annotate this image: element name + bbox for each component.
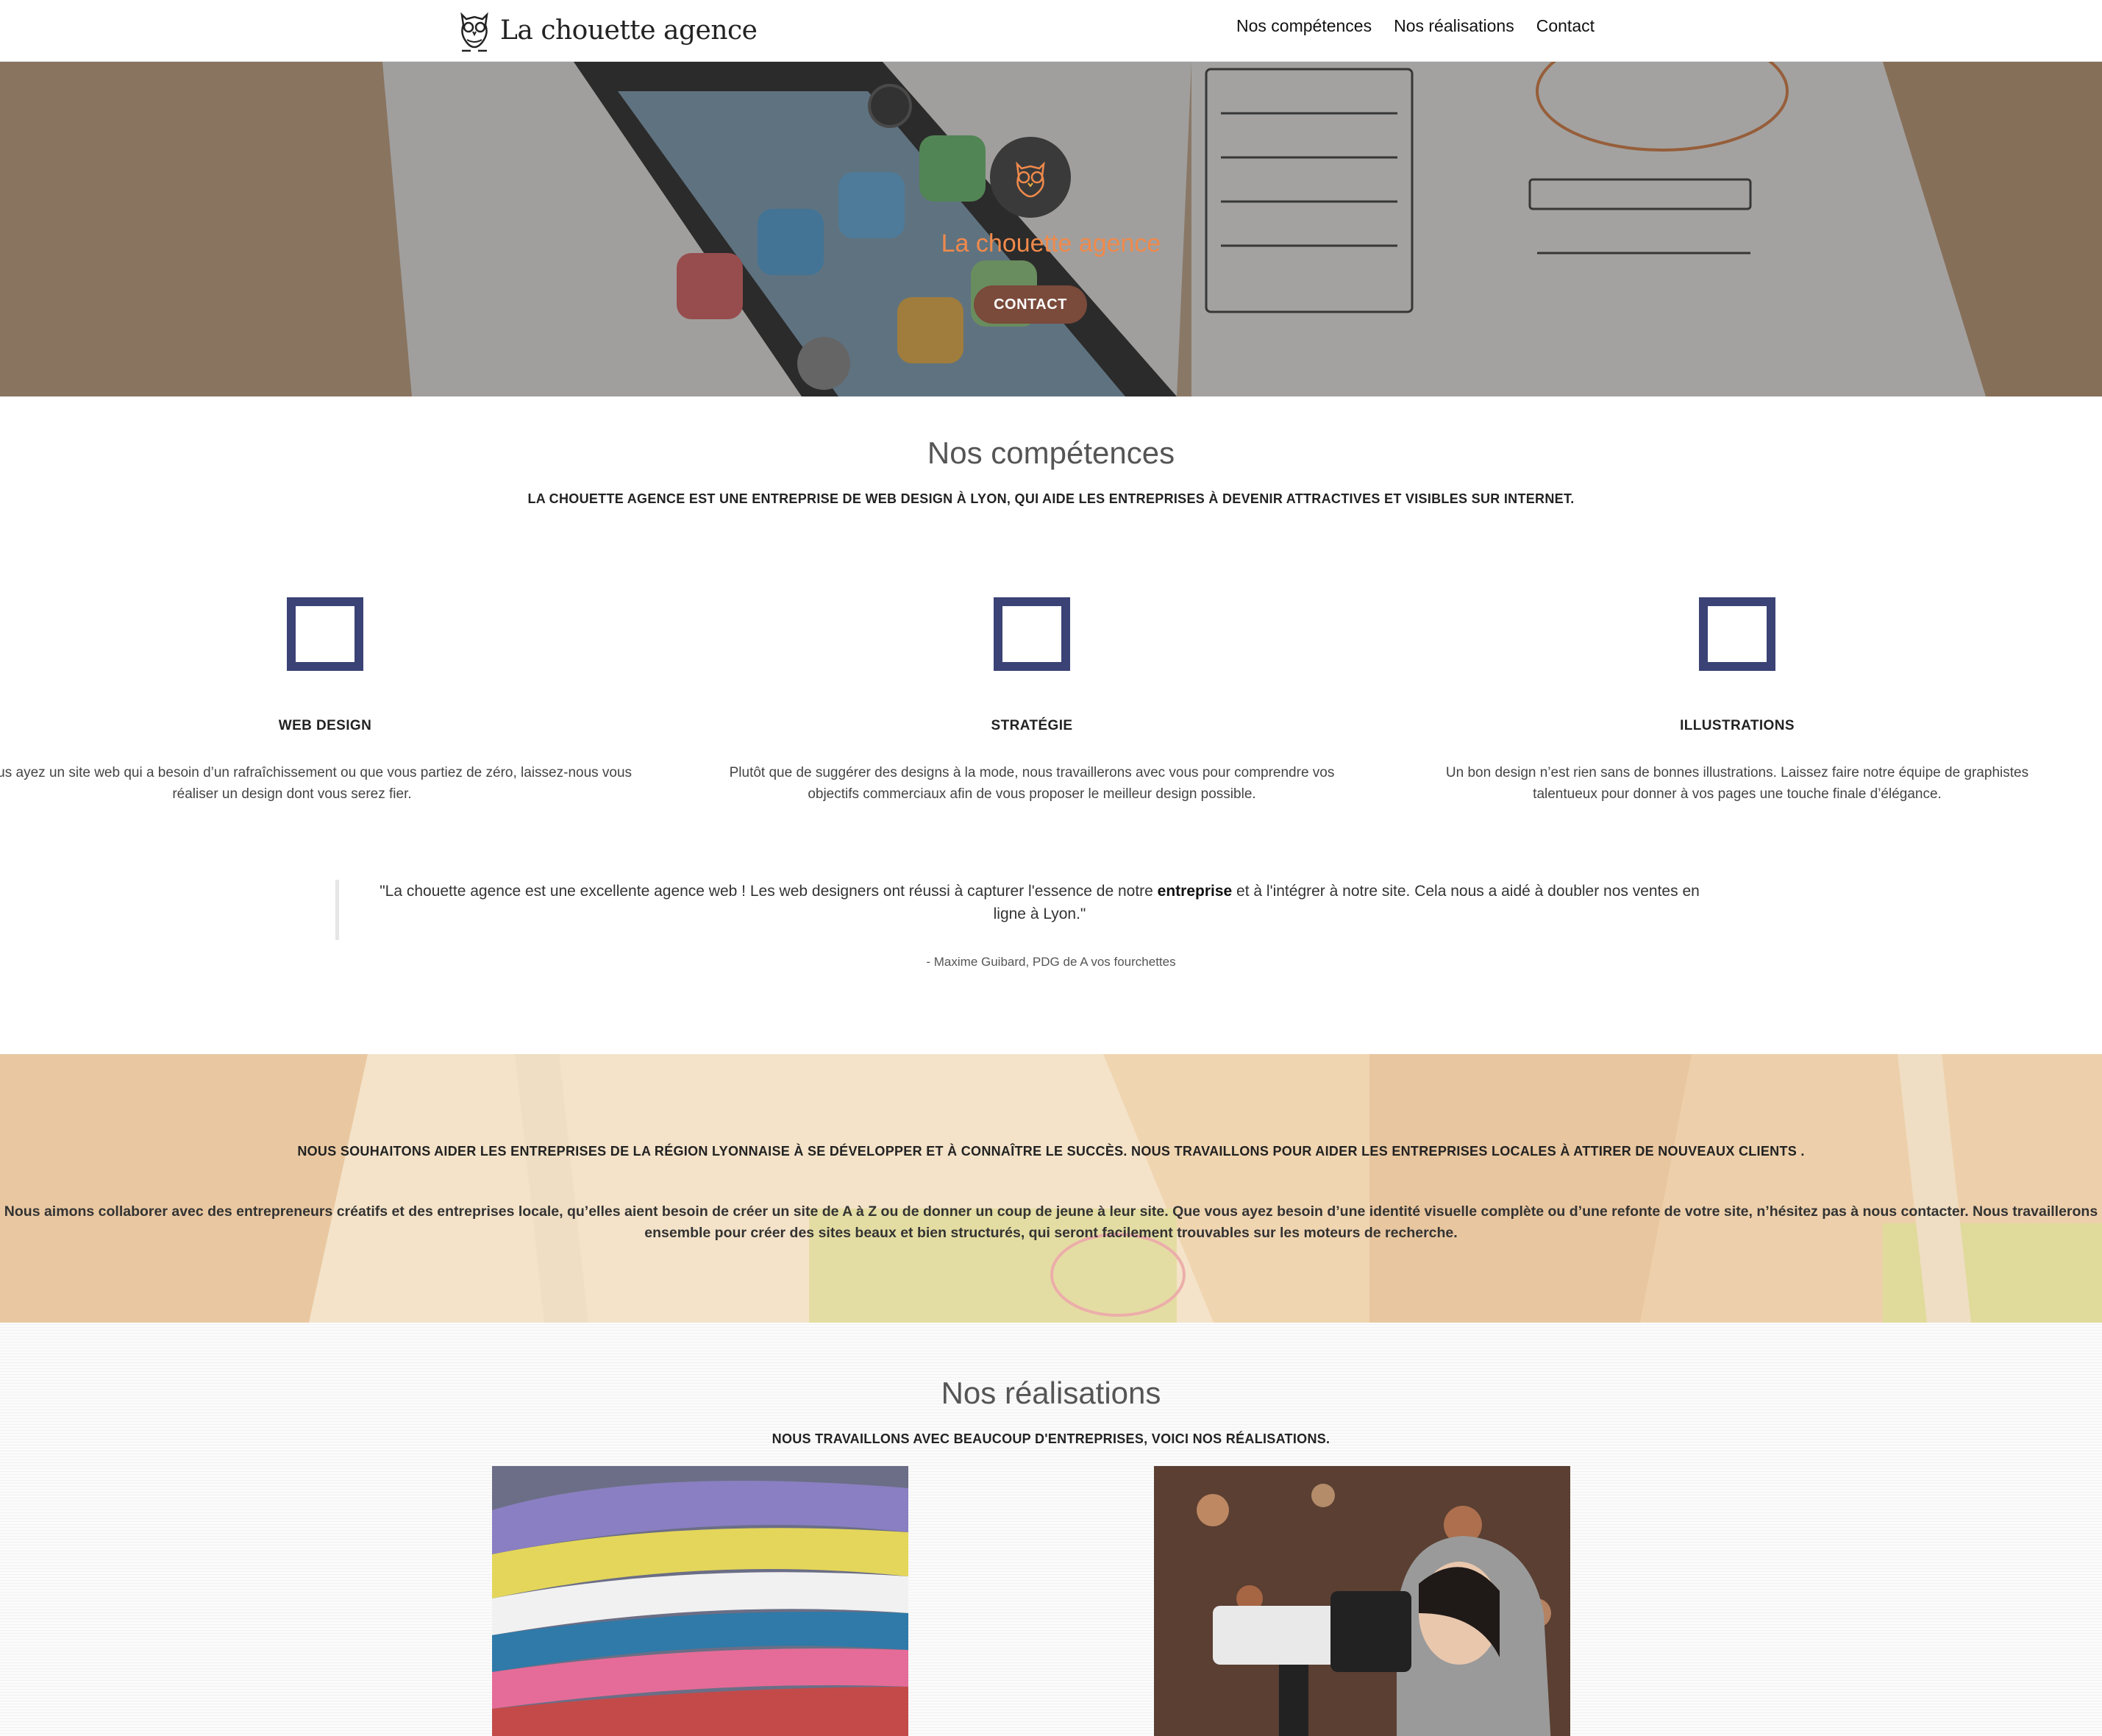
square-icon	[994, 597, 1070, 671]
owl-logo-icon	[460, 12, 488, 52]
realisation-image-magazines[interactable]	[492, 1466, 908, 1736]
realisations-subtitle: NOUS TRAVAILLONS AVEC BEAUCOUP D'ENTREPR…	[772, 1431, 1330, 1446]
band-overlay	[0, 1054, 2102, 1323]
quote-text: "La chouette agence est une excellente a…	[368, 880, 1711, 925]
main-nav: Nos compétences Nos réalisations Contact	[1236, 16, 1595, 36]
skill-illustrations: ILLUSTRATIONS Un bon design n’est rien s…	[1414, 597, 2061, 805]
skill-name: ILLUSTRATIONS	[1680, 718, 1795, 733]
skill-name: STRATÉGIE	[991, 718, 1073, 733]
skill-strategie: STRATÉGIE Plutôt que de suggérer des des…	[708, 597, 1355, 805]
square-icon	[1699, 597, 1775, 671]
owl-icon	[1016, 161, 1045, 198]
band-title: NOUS SOUHAITONS AIDER LES ENTREPRISES DE…	[297, 1144, 1805, 1159]
quote-text-start: "La chouette agence est une excellente a…	[380, 883, 1158, 900]
skill-description: Plutôt que de suggérer des designs à la …	[729, 765, 1335, 802]
testimonial-quote: "La chouette agence est une excellente a…	[335, 880, 1711, 940]
nav-link-contact[interactable]: Contact	[1536, 16, 1595, 36]
skill-description: Que vous ayez un site web qui a besoin d…	[0, 765, 633, 802]
skill-web-design: WEB DESIGN Que vous ayez un site web qui…	[0, 597, 649, 805]
competences-subtitle: LA CHOUETTE AGENCE EST UNE ENTREPRISE DE…	[527, 491, 1575, 506]
navbar: La chouette agence Nos compétences Nos r…	[0, 0, 2102, 62]
skill-name: WEB DESIGN	[278, 718, 372, 733]
photographer-image	[1154, 1466, 1570, 1736]
band-text: Nous aimons collaborer avec des entrepre…	[4, 1203, 2098, 1241]
nav-link-realisations[interactable]: Nos réalisations	[1394, 16, 1514, 36]
quote-author: - Maxime Guibard, PDG de A vos fourchett…	[926, 955, 1176, 969]
nav-link-competences[interactable]: Nos compétences	[1236, 16, 1372, 36]
quote-text-bold: entreprise	[1157, 883, 1233, 900]
realisations-title: Nos réalisations	[941, 1376, 1161, 1410]
brand-link[interactable]: La chouette agence	[456, 6, 758, 54]
competences-title: Nos compétences	[927, 435, 1175, 470]
about-band-section: NOUS SOUHAITONS AIDER LES ENTREPRISES DE…	[0, 1054, 2102, 1323]
hero-logo	[990, 137, 1071, 218]
skill-description: Un bon design n’est rien sans de bonnes …	[1445, 765, 2029, 802]
magazines-image	[492, 1466, 908, 1736]
square-icon	[287, 597, 363, 671]
realisation-image-photographer[interactable]	[1154, 1466, 1570, 1736]
hero-title: La chouette agence	[941, 230, 1161, 257]
hero-section: La chouette agence CONTACT	[0, 62, 2102, 396]
brand-name: La chouette agence	[500, 15, 758, 46]
contact-button[interactable]: CONTACT	[974, 285, 1087, 324]
